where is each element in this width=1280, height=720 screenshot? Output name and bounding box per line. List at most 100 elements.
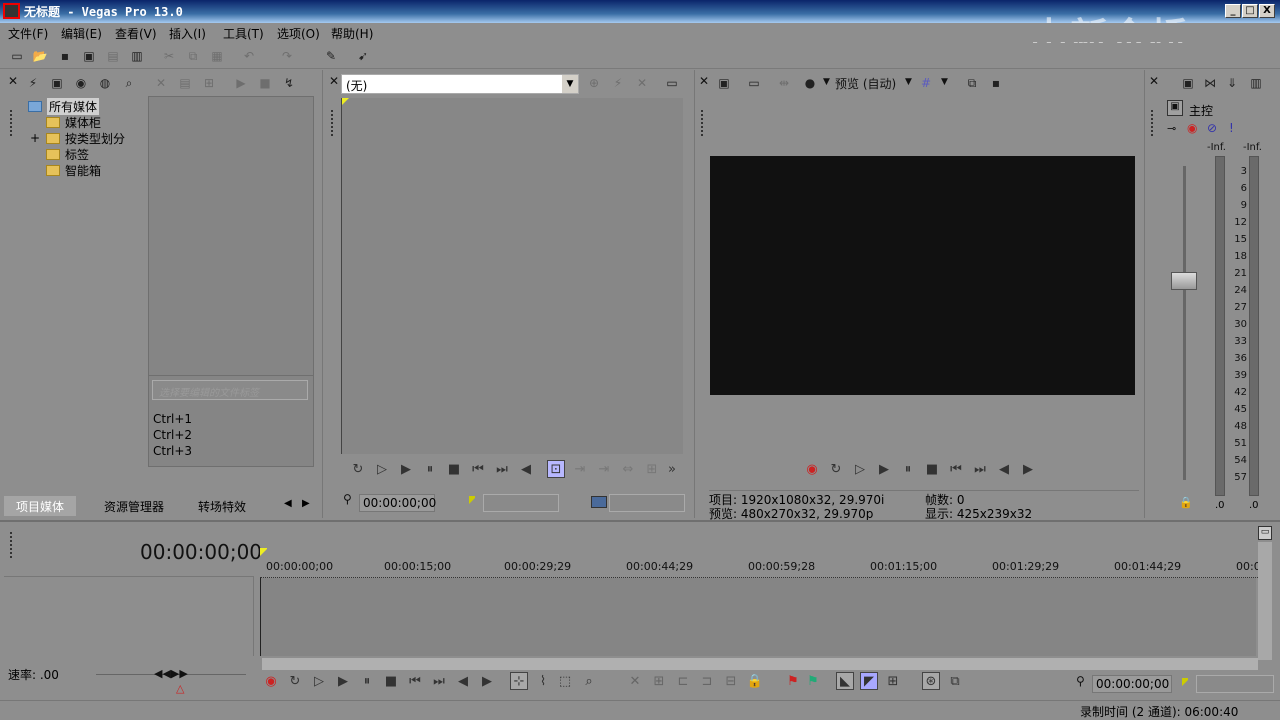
fx-icon[interactable]: ⊞ <box>200 74 218 92</box>
fit-icon[interactable]: ⇔ <box>619 460 637 478</box>
track-list-area[interactable] <box>260 578 1256 656</box>
tree-item-media-bins[interactable]: 媒体柜 <box>46 114 101 130</box>
close-button[interactable]: X <box>1259 4 1275 18</box>
timeline-options-icon[interactable]: ▭ <box>1258 526 1272 540</box>
stop-icon[interactable]: ■ <box>382 672 400 690</box>
pause-icon[interactable]: ⏸ <box>358 672 376 690</box>
master-fx-button-icon[interactable]: ◉ <box>1187 121 1197 135</box>
import-media-icon[interactable]: ⚡ <box>24 74 42 92</box>
close-icon[interactable]: ✕ <box>699 74 709 88</box>
loop-icon[interactable]: ↻ <box>349 460 367 478</box>
bypass-icon[interactable]: ⊸ <box>1167 122 1176 135</box>
auto-preview-icon[interactable]: ↯ <box>280 74 298 92</box>
trim-icon[interactable]: ⚡ <box>609 74 627 92</box>
minimize-button[interactable]: _ <box>1225 4 1241 18</box>
overwrite-icon[interactable]: ⇥ <box>571 460 589 478</box>
go-end-icon[interactable]: ⏭ <box>493 460 511 478</box>
menu-tools[interactable]: 工具(T) <box>223 25 264 42</box>
chevron-down-icon[interactable]: ▼ <box>562 75 578 93</box>
properties-icon[interactable]: ▥ <box>128 47 146 65</box>
rate-slider-thumb[interactable]: ◀◀▶▶ <box>154 667 188 680</box>
menu-help[interactable]: 帮助(H) <box>331 25 373 42</box>
solo-icon[interactable]: ! <box>1229 121 1234 135</box>
trim-end-icon[interactable]: ⊐ <box>698 672 716 690</box>
cursor-timecode[interactable]: 00:00:00;00 <box>1092 675 1172 693</box>
tree-item-by-type[interactable]: + 按类型划分 <box>30 130 125 146</box>
go-end-icon[interactable]: ⏭ <box>971 460 989 478</box>
horizontal-scrollbar[interactable] <box>262 658 1258 670</box>
pause-icon[interactable]: ⏸ <box>899 460 917 478</box>
play-icon[interactable]: ▶ <box>875 460 893 478</box>
stop-icon[interactable]: ■ <box>923 460 941 478</box>
media-list[interactable] <box>148 96 314 398</box>
tree-item-smart-bins[interactable]: 智能箱 <box>46 162 101 178</box>
properties-icon[interactable]: ▤ <box>176 74 194 92</box>
grid-icon[interactable]: # <box>917 74 935 92</box>
play-from-start-icon[interactable]: ▷ <box>373 460 391 478</box>
help-pointer-icon[interactable]: ➹ <box>354 47 372 65</box>
tab-scroll-left[interactable]: ◀ <box>284 498 292 509</box>
monitor-icon[interactable]: ▭ <box>663 74 681 92</box>
play-icon[interactable]: ▶ <box>334 672 352 690</box>
prev-frame-icon[interactable]: ◀ <box>995 460 1013 478</box>
trimmer-timecode[interactable]: 00:00:00;00 <box>359 494 436 512</box>
menu-view[interactable]: 查看(V) <box>115 25 157 42</box>
copy-icon[interactable]: ⧉ <box>184 47 202 65</box>
play-icon[interactable]: ▶ <box>232 74 250 92</box>
insert-icon[interactable]: ⊡ <box>547 460 565 478</box>
search-icon[interactable]: ⌕ <box>120 74 138 92</box>
chevron-down-icon[interactable]: ▼ <box>905 77 912 87</box>
track-header-area[interactable] <box>4 576 254 656</box>
prev-frame-icon[interactable]: ◀ <box>517 460 535 478</box>
auto-crossfade-icon[interactable]: ◤ <box>860 672 878 690</box>
new-icon[interactable]: ▭ <box>8 47 26 65</box>
marker-icon[interactable]: ⚑ <box>784 672 802 690</box>
meter-options-icon[interactable]: ▥ <box>1247 74 1265 92</box>
tree-item-all-media[interactable]: 所有媒体 <box>28 97 100 115</box>
go-end-icon[interactable]: ⏭ <box>430 672 448 690</box>
trim-start-icon[interactable]: ⊏ <box>674 672 692 690</box>
remove-icon[interactable]: ✕ <box>152 74 170 92</box>
selection-length-field[interactable] <box>1196 675 1274 693</box>
out-point-field[interactable] <box>609 494 685 512</box>
tag-input[interactable]: 选择要编辑的文件标签 <box>152 380 308 400</box>
zoom-tool-icon[interactable]: ⌕ <box>580 672 598 690</box>
pause-icon[interactable]: ⏸ <box>421 460 439 478</box>
dock-handle[interactable] <box>1151 110 1157 136</box>
master-fx-icon[interactable]: ▣ <box>1167 100 1183 116</box>
playhead-marker[interactable] <box>260 548 268 556</box>
copy-snapshot-icon[interactable]: ⧉ <box>963 74 981 92</box>
undo-icon[interactable]: ↶ <box>240 47 258 65</box>
menu-file[interactable]: 文件(F) <box>8 25 48 42</box>
dim-icon[interactable]: ⇓ <box>1223 74 1241 92</box>
split-screen-icon[interactable]: ⇹ <box>775 74 793 92</box>
fill-icon[interactable]: ⇥ <box>595 460 613 478</box>
tab-scroll-right[interactable]: ▶ <box>302 498 310 509</box>
go-start-icon[interactable]: ⏮ <box>947 460 965 478</box>
volume-fader[interactable] <box>1171 272 1197 290</box>
next-frame-icon[interactable]: ▶ <box>1019 460 1037 478</box>
edit-tool-icon[interactable]: ⊹ <box>510 672 528 690</box>
paste-icon[interactable]: ▦ <box>208 47 226 65</box>
lock-icon[interactable]: 🔒 <box>746 672 764 690</box>
split-icon[interactable]: ⊟ <box>722 672 740 690</box>
save-icon[interactable]: ▪ <box>56 47 74 65</box>
chevron-down-icon[interactable]: ▼ <box>941 77 948 87</box>
tab-transitions[interactable]: 转场特效 <box>198 498 246 515</box>
stop-icon[interactable]: ■ <box>256 74 274 92</box>
tab-explorer[interactable]: 资源管理器 <box>104 498 164 515</box>
selection-tool-icon[interactable]: ⬚ <box>556 672 574 690</box>
chevron-down-icon[interactable]: ▼ <box>823 77 830 87</box>
trimmer-source-select[interactable]: (无) ▼ <box>341 74 579 94</box>
go-start-icon[interactable]: ⏮ <box>406 672 424 690</box>
loop-icon[interactable]: ↻ <box>286 672 304 690</box>
zoom-icon[interactable]: ⊕ <box>585 74 603 92</box>
open-icon[interactable]: 📂 <box>31 47 49 65</box>
timeline-timecode[interactable]: 00:00:00;00 <box>140 540 262 564</box>
close-trim-icon[interactable]: ✕ <box>633 74 651 92</box>
delete-icon[interactable]: ✕ <box>626 672 644 690</box>
in-point-field[interactable] <box>483 494 559 512</box>
video-preview-screen[interactable] <box>710 156 1135 395</box>
redo-icon[interactable]: ↷ <box>278 47 296 65</box>
close-icon[interactable]: ✕ <box>8 74 18 88</box>
